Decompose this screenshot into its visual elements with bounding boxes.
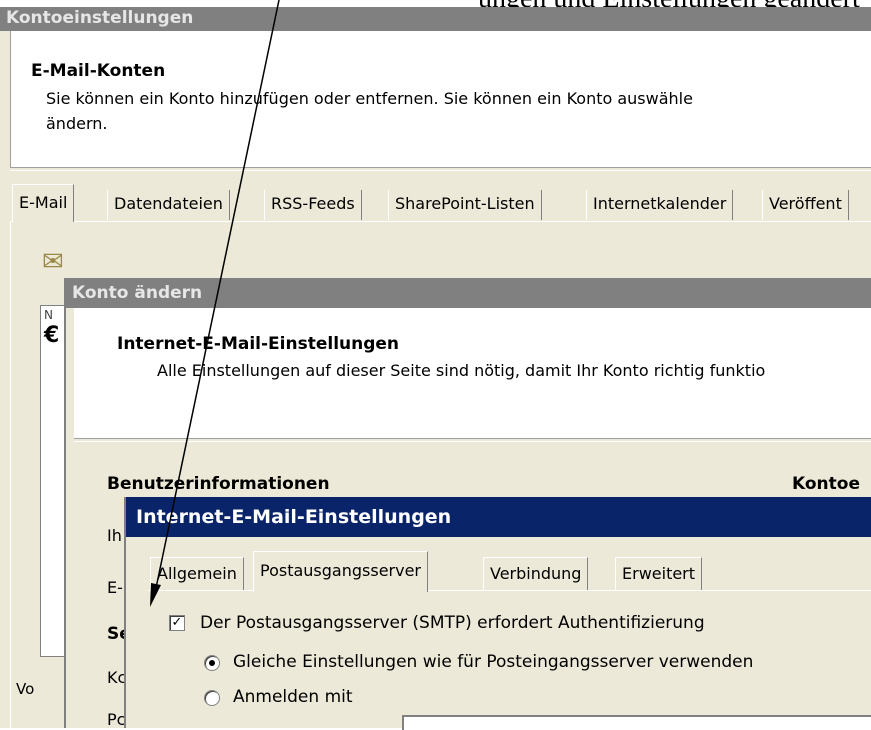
account-settings-description-2: ändern. xyxy=(46,114,108,133)
same-settings-radio[interactable] xyxy=(204,655,220,671)
smtp-auth-label: Der Postausgangsserver (SMTP) erfordert … xyxy=(200,613,705,633)
change-account-header: Internet-E-Mail-Einstellungen Alle Einst… xyxy=(74,308,871,438)
email-label: E- xyxy=(107,578,123,597)
smtp-auth-checkbox[interactable]: ✓ xyxy=(169,615,185,631)
account-settings-title: Kontoeinstellungen xyxy=(0,7,871,31)
internet-email-settings-heading: Internet-E-Mail-Einstellungen xyxy=(117,334,400,354)
change-account-divider xyxy=(74,438,871,442)
name-label: Ih xyxy=(107,526,122,545)
account-settings-header: E-Mail-Konten Sie können ein Konto hinzu… xyxy=(10,31,871,167)
toolbar-icons: ✉ xyxy=(42,247,64,277)
tab-general[interactable]: Allgemein xyxy=(150,557,244,590)
email-accounts-heading: E-Mail-Konten xyxy=(31,61,166,81)
user-info-section-heading: Benutzerinformationen xyxy=(107,474,330,494)
tab-email[interactable]: E-Mail xyxy=(12,184,75,222)
header-divider xyxy=(10,167,871,171)
internet-email-settings-description: Alle Einstellungen auf dieser Seite sind… xyxy=(157,361,766,380)
tab-outgoing-server[interactable]: Postausgangsserver xyxy=(253,551,428,592)
tab-sharepoint-lists[interactable]: SharePoint-Listen xyxy=(388,190,542,220)
incoming-server-label: Pc xyxy=(107,710,126,729)
login-with-label: Anmelden mit xyxy=(233,687,353,707)
change-account-title: Konto ändern xyxy=(66,278,871,308)
account-section-heading: Kontoe xyxy=(792,474,860,494)
tab-advanced[interactable]: Erweitert xyxy=(615,557,703,590)
new-account-icon[interactable]: ✉ xyxy=(42,247,64,277)
internet-email-settings-dialog: Internet-E-Mail-Einstellungen Allgemein … xyxy=(124,497,871,730)
tab-internet-calendars[interactable]: Internetkalender xyxy=(586,190,734,220)
account-type-icon: € xyxy=(44,323,60,348)
list-column-header: N xyxy=(44,308,53,322)
tab-rss-feeds[interactable]: RSS-Feeds xyxy=(264,190,362,220)
tab-connection[interactable]: Verbindung xyxy=(483,557,589,590)
tab-data-files[interactable]: Datendateien xyxy=(107,190,230,220)
default-account-label: Vo xyxy=(16,680,35,698)
login-with-radio[interactable] xyxy=(204,690,220,706)
tab-published-calendars[interactable]: Veröffent xyxy=(762,190,849,220)
account-settings-description-1: Sie können ein Konto hinzufügen oder ent… xyxy=(46,89,693,108)
same-settings-label: Gleiche Einstellungen wie für Posteingan… xyxy=(233,652,754,672)
internet-email-settings-title: Internet-E-Mail-Einstellungen xyxy=(126,497,871,537)
